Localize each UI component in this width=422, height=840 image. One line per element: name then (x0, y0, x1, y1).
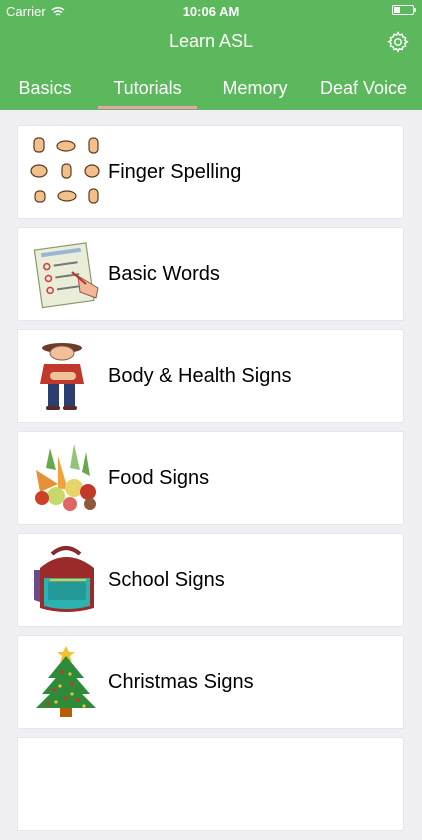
tab-deaf-voice[interactable]: Deaf Voice (305, 70, 422, 110)
tutorial-item-body-health-signs[interactable]: Body & Health Signs (18, 330, 403, 422)
tutorial-label: Body & Health Signs (108, 365, 292, 387)
tab-label: Basics (18, 78, 72, 98)
tab-label: Deaf Voice (319, 78, 408, 98)
checklist-icon (33, 242, 99, 309)
tab-basics[interactable]: Basics (0, 70, 90, 110)
tab-label: Memory (222, 78, 288, 98)
gear-icon[interactable] (386, 30, 410, 54)
tutorial-label: Finger Spelling (108, 161, 242, 183)
tutorial-label: School Signs (108, 569, 225, 591)
page-title: Learn ASL (168, 31, 254, 51)
tab-tutorials[interactable]: Tutorials (90, 70, 205, 110)
tutorial-label: Basic Words (108, 263, 220, 285)
tutorial-item-basic-words[interactable]: Basic Words (18, 228, 403, 320)
tab-bar: Basics Tutorials Memory Deaf Voice (0, 70, 422, 110)
tutorial-item-christmas-signs[interactable]: Christmas Signs (18, 636, 403, 728)
hand-signs-icon (30, 137, 100, 204)
tutorial-item-finger-spelling[interactable]: Finger Spelling (18, 126, 403, 218)
sick-person-icon (40, 343, 84, 410)
vegetables-icon (35, 444, 96, 511)
tab-memory[interactable]: Memory (205, 70, 305, 110)
tutorial-item-school-signs[interactable]: School Signs (18, 534, 403, 626)
app-header: Carrier 10:06 AM Learn ASL Basics Tutori… (0, 0, 422, 110)
status-bar: Carrier 10:06 AM (0, 0, 422, 22)
tutorial-item-partial[interactable] (18, 738, 403, 830)
tutorial-label: Christmas Signs (108, 671, 254, 693)
tutorial-item-food-signs[interactable]: Food Signs (18, 432, 403, 524)
backpack-icon (34, 546, 94, 612)
tutorial-label: Food Signs (108, 467, 210, 489)
status-time: 10:06 AM (182, 4, 240, 19)
tab-label: Tutorials (113, 78, 182, 98)
christmas-tree-icon (36, 646, 96, 717)
battery-icon (392, 5, 416, 15)
tutorial-list: Finger Spelling Basic Words Body & Healt… (18, 126, 403, 840)
